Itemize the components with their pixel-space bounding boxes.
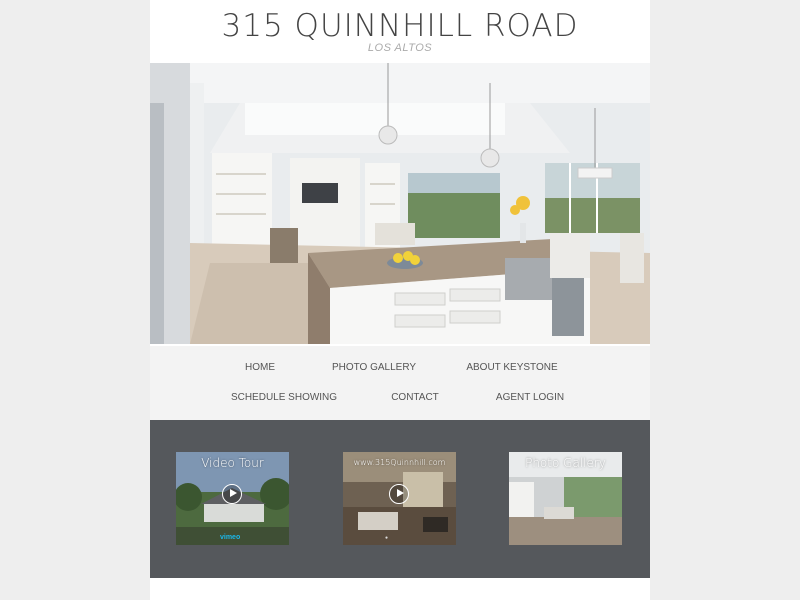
media-band: Video Tour vimeo www.315Quinnhill.com ● — [150, 420, 650, 578]
page-title: 315 QUINNHILL ROAD — [221, 8, 579, 44]
vimeo-logo: vimeo — [220, 534, 241, 541]
page-container: 315 QUINNHILL ROAD LOS ALTOS HOME PHOTO … — [150, 0, 650, 600]
site-video-thumbnail[interactable]: www.315Quinnhill.com ● — [343, 452, 456, 545]
video-tour-label: Video Tour — [201, 456, 264, 470]
photo-gallery-thumbnail[interactable]: Photo Gallery — [509, 452, 622, 545]
nav-contact[interactable]: CONTACT — [391, 392, 439, 403]
play-icon[interactable] — [389, 484, 409, 504]
nav-photo-gallery[interactable]: PHOTO GALLERY — [332, 362, 416, 373]
hero-image — [150, 63, 650, 344]
nav-home[interactable]: HOME — [245, 362, 275, 373]
nav-agent-login[interactable]: AGENT LOGIN — [496, 392, 564, 403]
video-host-badge: ● — [385, 535, 389, 541]
site-video-label: www.315Quinnhill.com — [353, 458, 446, 467]
nav-about-keystone[interactable]: ABOUT KEYSTONE — [466, 362, 557, 373]
video-tour-thumbnail[interactable]: Video Tour vimeo — [176, 452, 289, 545]
nav-schedule-showing[interactable]: SCHEDULE SHOWING — [231, 392, 337, 403]
main-nav: HOME PHOTO GALLERY ABOUT KEYSTONE SCHEDU… — [150, 346, 650, 420]
play-icon[interactable] — [222, 484, 242, 504]
page-subtitle: LOS ALTOS — [367, 42, 433, 54]
photo-gallery-label: Photo Gallery — [525, 456, 606, 470]
